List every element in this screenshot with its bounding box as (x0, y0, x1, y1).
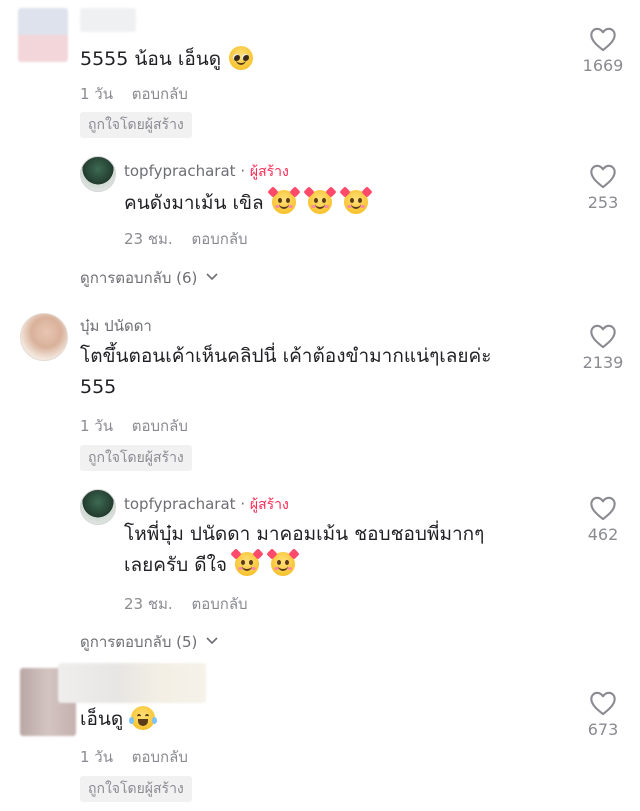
reply-text: คนดังมาเม้น เขิล (124, 188, 368, 219)
creator-label: ผู้สร้าง (249, 164, 289, 180)
creator-avatar[interactable] (80, 489, 116, 525)
like-button[interactable]: 2139 (568, 323, 638, 372)
face-with-tears-of-joy-icon (129, 706, 158, 730)
reply-age: 23 ชม. (124, 595, 173, 613)
chevron-down-icon (206, 637, 218, 645)
reply-meta: 23 ชม. ตอบกลับ (124, 227, 262, 251)
blurred-username[interactable] (58, 663, 206, 703)
username[interactable]: บุ๋ม ปนัดดา (80, 314, 152, 338)
chevron-down-icon (206, 273, 218, 281)
reply-age: 23 ชม. (124, 230, 173, 248)
like-button[interactable]: 462 (568, 495, 638, 544)
like-button[interactable]: 673 (568, 690, 638, 739)
like-count: 2139 (582, 353, 624, 372)
smiling-face-with-hearts-icon (343, 190, 368, 214)
username[interactable]: topfypracharat (124, 162, 236, 180)
liked-by-creator-badge: ถูกใจโดยผู้สร้าง (80, 776, 192, 802)
like-button[interactable]: 1669 (568, 26, 638, 75)
username[interactable]: topfypracharat (124, 495, 236, 513)
comment-age: 1 วัน (80, 417, 113, 435)
like-button[interactable]: 253 (568, 163, 638, 212)
user-avatar[interactable] (20, 313, 68, 361)
comment-text: 5555 น้อน เอ็นดู (80, 44, 254, 75)
reply-button[interactable]: ตอบกลับ (132, 85, 188, 103)
creator-avatar[interactable] (80, 156, 116, 192)
smiling-face-with-hearts-icon (271, 552, 296, 576)
comment-age: 1 วัน (80, 85, 113, 103)
comment-meta: 1 วัน ตอบกลับ (80, 82, 202, 106)
pleading-face-icon (229, 46, 254, 70)
heart-outline-icon (590, 691, 616, 716)
creator-label: ผู้สร้าง (249, 497, 289, 513)
reply-author: topfypracharat · ผู้สร้าง (124, 162, 289, 180)
reply-button[interactable]: ตอบกลับ (191, 595, 247, 613)
heart-outline-icon (590, 164, 616, 189)
comment-text: เอ็นดู (80, 704, 158, 735)
heart-outline-icon (590, 27, 616, 52)
comment-meta: 1 วัน ตอบกลับ (80, 745, 202, 769)
heart-outline-icon (590, 324, 616, 349)
liked-by-creator-badge: ถูกใจโดยผู้สร้าง (80, 445, 192, 471)
reply-author: topfypracharat · ผู้สร้าง (124, 495, 289, 513)
reply-text: โหพี่บุ๋ม ปนัดดา มาคอมเม้น ชอบชอบพี่มากๆ… (124, 523, 485, 576)
smiling-face-with-hearts-icon (307, 190, 332, 214)
view-replies-button[interactable]: ดูการตอบกลับ (6) (80, 266, 219, 290)
reply-button[interactable]: ตอบกลับ (191, 230, 247, 248)
smiling-face-with-hearts-icon (235, 552, 260, 576)
heart-outline-icon (590, 496, 616, 521)
reply-button[interactable]: ตอบกลับ (132, 417, 188, 435)
blurred-username[interactable] (80, 8, 136, 32)
like-count: 673 (587, 720, 619, 739)
like-count: 253 (587, 193, 619, 212)
reply-meta: 23 ชม. ตอบกลับ (124, 592, 262, 616)
like-count: 462 (587, 525, 619, 544)
blurred-avatar[interactable] (18, 8, 68, 62)
like-count: 1669 (582, 56, 624, 75)
liked-by-creator-badge: ถูกใจโดยผู้สร้าง (80, 112, 192, 138)
view-replies-button[interactable]: ดูการตอบกลับ (5) (80, 630, 219, 654)
smiling-face-with-hearts-icon (271, 190, 296, 214)
comment-text: โตขึ้นตอนเค้าเห็นคลิปนี่ เค้าต้องขำมากแน… (80, 345, 492, 398)
reply-button[interactable]: ตอบกลับ (132, 748, 188, 766)
comment-age: 1 วัน (80, 748, 113, 766)
comment-meta: 1 วัน ตอบกลับ (80, 414, 202, 438)
